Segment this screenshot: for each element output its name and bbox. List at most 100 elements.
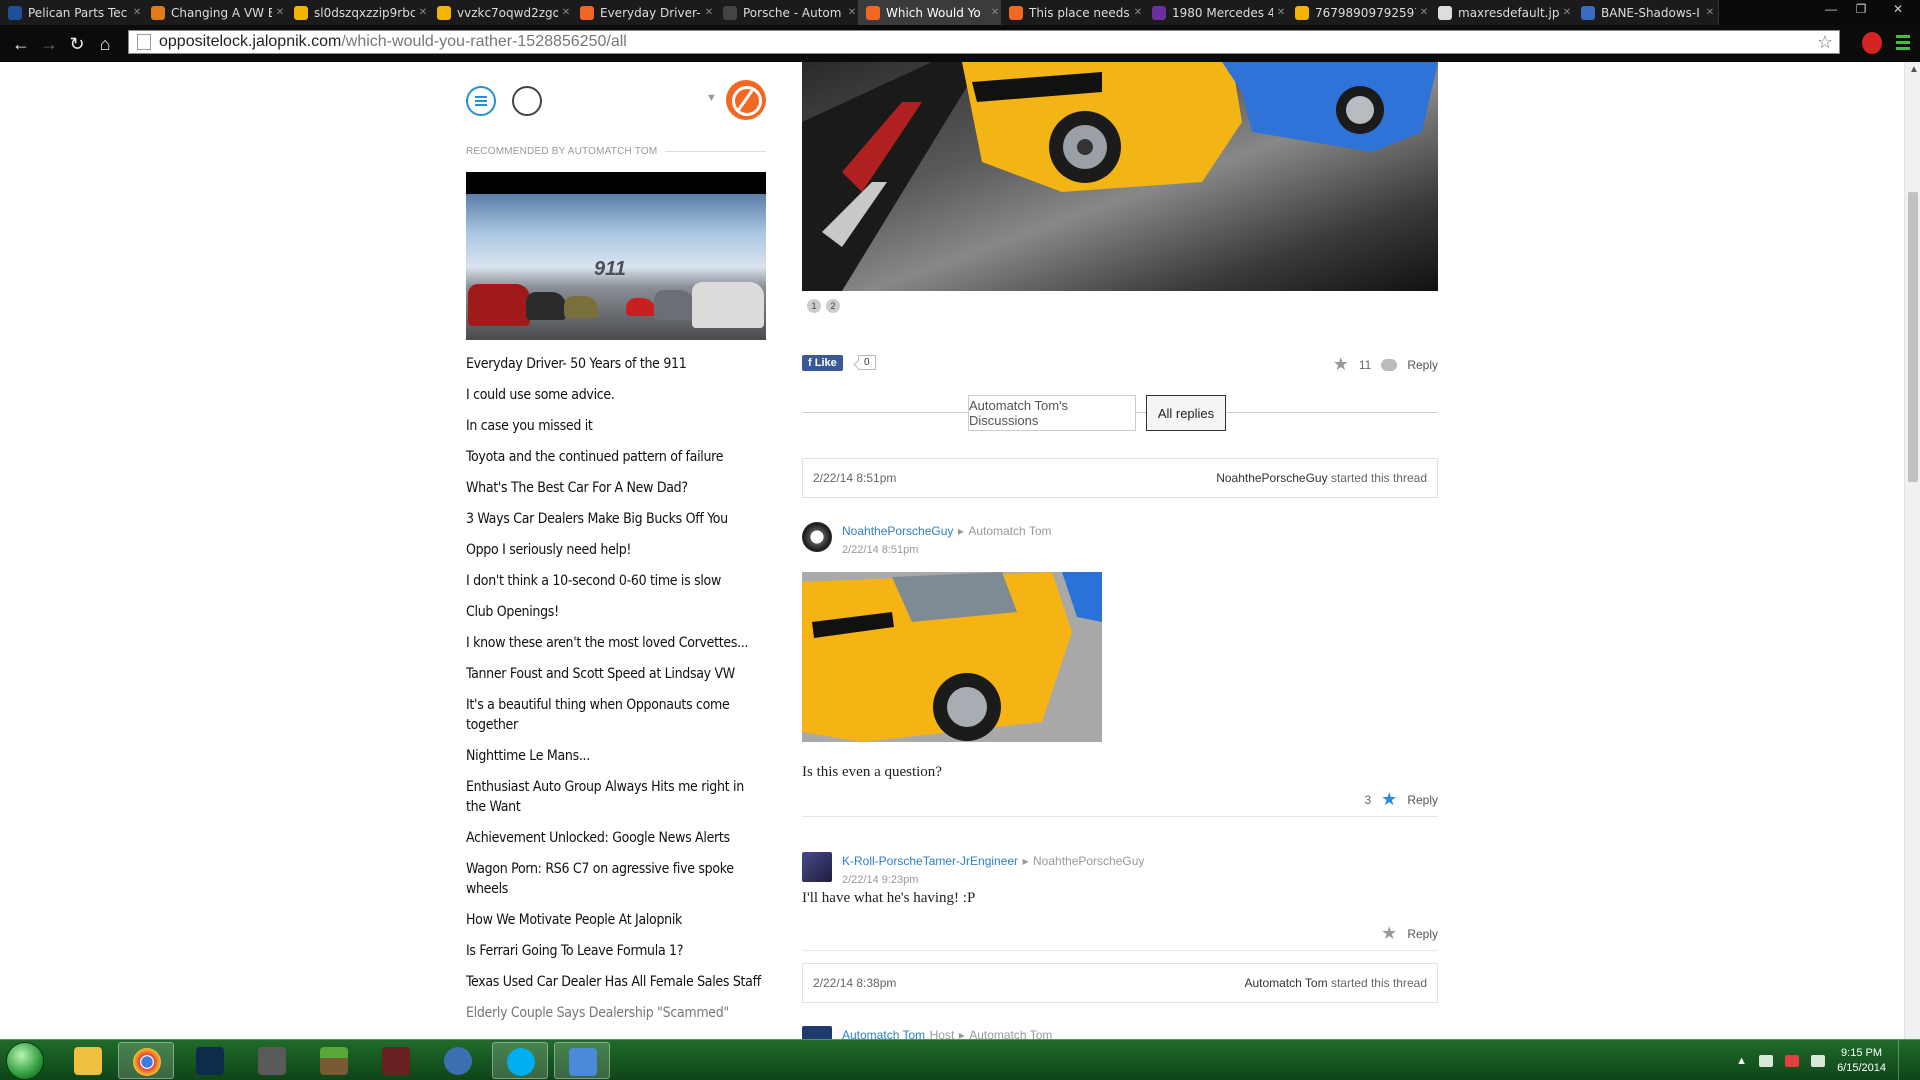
taskbar-chrome[interactable] <box>118 1042 174 1079</box>
taskbar-window[interactable] <box>554 1042 610 1079</box>
scroll-thumb[interactable] <box>1908 192 1918 482</box>
tab-favicon-icon <box>1295 5 1309 20</box>
reply-link[interactable]: Reply <box>1407 358 1438 372</box>
thread-starter[interactable]: Automatch Tom <box>1244 976 1327 990</box>
browser-tab[interactable]: 767989097925978✕ <box>1287 0 1433 25</box>
recommended-link[interactable]: I could use some advice. <box>466 385 766 405</box>
recommended-link[interactable]: Toyota and the continued pattern of fail… <box>466 447 766 467</box>
volume-icon[interactable] <box>1811 1054 1826 1067</box>
close-window-button[interactable]: ✕ <box>1876 0 1920 20</box>
tab-close-icon[interactable]: ✕ <box>1702 7 1718 18</box>
taskbar-tanks[interactable] <box>244 1042 300 1079</box>
browser-tab[interactable]: sl0dszqxzzip9rbc4 ✕ <box>286 0 432 25</box>
recommended-link[interactable]: Everyday Driver- 50 Years of the 911 <box>466 354 766 374</box>
recommended-link[interactable]: Tanner Foust and Scott Speed at Lindsay … <box>466 664 766 684</box>
reply-link[interactable]: Reply <box>1407 927 1438 941</box>
star-icon[interactable]: ★ <box>1381 923 1397 944</box>
comment-bubble-icon[interactable] <box>1381 358 1398 371</box>
browser-tab[interactable]: vvzkc7oqwd2zgo ✕ <box>429 0 575 25</box>
chevron-down-icon[interactable]: ▼ <box>706 92 717 104</box>
recommended-link[interactable]: I know these aren't the most loved Corve… <box>466 633 766 653</box>
scroll-up-arrow-icon[interactable]: ▲ <box>1909 64 1919 75</box>
tab-favicon-icon <box>1438 5 1452 20</box>
taskbar-explorer[interactable] <box>60 1042 116 1079</box>
thread-started-label: started this thread <box>1330 471 1427 485</box>
action-center-icon[interactable] <box>1785 1054 1800 1067</box>
star-icon[interactable]: ★ <box>1381 789 1397 810</box>
taskbar-star-app[interactable] <box>182 1042 238 1079</box>
pager-dot[interactable]: 2 <box>826 299 840 313</box>
browser-tab[interactable]: Changing A VW E ✕ <box>143 0 289 25</box>
facebook-like-button[interactable]: f Like <box>802 355 843 371</box>
comment-reply-to[interactable]: Automatch Tom <box>968 524 1051 538</box>
pager-dot[interactable]: 1 <box>807 299 821 313</box>
windows-taskbar: ▲ 9:15 PM 6/15/2014 <box>0 1039 1920 1080</box>
comment-author[interactable]: K-Roll-PorscheTamer-JrEngineer <box>842 854 1018 868</box>
recommended-link[interactable]: Wagon Porn: RS6 C7 on agressive five spo… <box>466 859 766 899</box>
browser-tab[interactable]: maxresdefault.jpg ✕ <box>1430 0 1576 25</box>
minimize-button[interactable]: — <box>1816 0 1846 20</box>
network-icon[interactable] <box>1759 1054 1774 1067</box>
back-arrow-icon[interactable]: ← <box>8 31 34 57</box>
tab-favicon-icon <box>1152 5 1166 20</box>
recommended-link[interactable]: It's a beautiful thing when Opponauts co… <box>466 695 766 735</box>
home-icon[interactable]: ⌂ <box>92 31 118 57</box>
browser-tab[interactable]: BANE-Shadows-I ✕ <box>1573 0 1719 25</box>
avatar[interactable] <box>802 852 832 882</box>
tab-all-replies[interactable]: All replies <box>1146 395 1226 431</box>
tray-up-arrow-icon[interactable]: ▲ <box>1736 1055 1747 1067</box>
comment-time[interactable]: 2/22/14 9:23pm <box>842 874 1144 886</box>
reload-icon[interactable]: ↻ <box>64 31 90 57</box>
recommended-hero-image[interactable]: 911 <box>466 172 766 340</box>
comment-author[interactable]: NoahthePorscheGuy <box>842 524 953 538</box>
taskbar-app[interactable] <box>430 1042 486 1079</box>
browser-tab[interactable]: 1980 Mercedes 45 ✕ <box>1144 0 1290 25</box>
recommended-link[interactable]: How We Motivate People At Jalopnik <box>466 910 766 930</box>
recommended-link[interactable]: 3 Ways Car Dealers Make Big Bucks Off Yo… <box>466 509 766 529</box>
recommended-link[interactable]: Texas Used Car Dealer Has All Female Sal… <box>466 972 766 992</box>
recommended-link[interactable]: Enthusiast Auto Group Always Hits me rig… <box>466 777 766 817</box>
avatar[interactable] <box>802 522 832 552</box>
comment-author[interactable]: Automatch Tom <box>842 1028 925 1039</box>
tab-automatch-discussions[interactable]: Automatch Tom's Discussions <box>968 395 1136 431</box>
article-image[interactable] <box>802 62 1438 291</box>
taskbar-skype[interactable] <box>492 1042 548 1079</box>
browser-tab[interactable]: Porsche - Autom ✕ <box>715 0 861 25</box>
recommended-link[interactable]: Is Ferrari Going To Leave Formula 1? <box>466 941 766 961</box>
recommended-link[interactable]: I don't think a 10-second 0-60 time is s… <box>466 571 766 591</box>
reply-link[interactable]: Reply <box>1407 793 1438 807</box>
page-scrollbar[interactable]: ▲ <box>1904 62 1920 1039</box>
taskbar-app[interactable] <box>368 1042 424 1079</box>
browser-tab[interactable]: Pelican Parts Tec ✕ <box>0 0 146 25</box>
browser-tab[interactable]: Everyday Driver- 5 ✕ <box>572 0 718 25</box>
comment-time[interactable]: 2/22/14 8:51pm <box>842 544 1052 556</box>
thread-starter[interactable]: NoahthePorscheGuy <box>1216 471 1327 485</box>
star-icon[interactable]: ★ <box>1333 354 1349 375</box>
recommended-link[interactable]: In case you missed it <box>466 416 766 436</box>
bookmark-star-icon[interactable]: ☆ <box>1817 32 1833 53</box>
search-circle-icon[interactable] <box>512 86 542 116</box>
avatar[interactable] <box>802 1026 832 1039</box>
menu-circle-icon[interactable] <box>466 86 496 116</box>
comment-image[interactable] <box>802 572 1102 742</box>
show-desktop-button[interactable] <box>1898 1040 1910 1080</box>
menu-icon[interactable] <box>1896 35 1910 51</box>
recommended-link[interactable]: Club Openings! <box>466 602 766 622</box>
comment-reply-to[interactable]: NoahthePorscheGuy <box>1033 854 1144 868</box>
comment-reply-to[interactable]: Automatch Tom <box>969 1028 1052 1039</box>
recommended-link[interactable]: What's The Best Car For A New Dad? <box>466 478 766 498</box>
recommended-link[interactable]: Elderly Couple Says Dealership "Scammed" <box>466 1003 766 1023</box>
taskbar-minecraft[interactable] <box>306 1042 362 1079</box>
oppositelock-logo[interactable] <box>726 80 766 120</box>
extension-icon[interactable] <box>1862 32 1882 54</box>
recommended-link[interactable]: Nighttime Le Mans... <box>466 746 766 766</box>
recommended-link[interactable]: Achievement Unlocked: Google News Alerts <box>466 828 766 848</box>
forward-arrow-icon[interactable]: → <box>36 31 62 57</box>
browser-tab[interactable]: This place needs ✕ <box>1001 0 1147 25</box>
browser-tab[interactable]: Which Would Yo ✕ <box>858 0 1004 25</box>
system-clock[interactable]: 9:15 PM 6/15/2014 <box>1837 1046 1886 1076</box>
maximize-button[interactable]: ❐ <box>1846 0 1876 20</box>
address-bar[interactable]: oppositelock.jalopnik.com/which-would-yo… <box>128 30 1840 54</box>
recommended-link[interactable]: Oppo I seriously need help! <box>466 540 766 560</box>
start-button[interactable] <box>6 1042 44 1080</box>
